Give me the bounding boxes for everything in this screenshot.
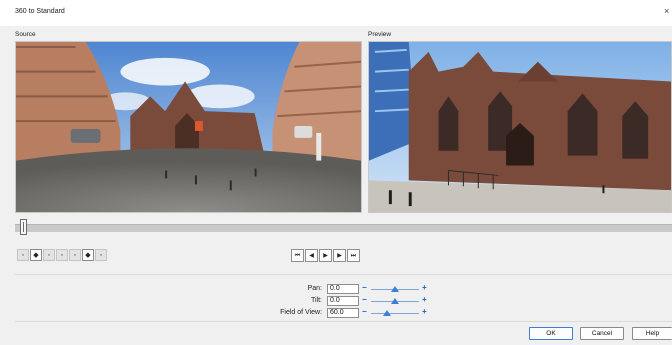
dialog-body: Source Preview ▪ ◆ ▪ ▪ ▪ ◆ ▪ ⏮ ◀ ▶ ▶ ⏭ P… xyxy=(0,26,672,345)
preview-label: Preview xyxy=(368,31,392,38)
play-icon[interactable]: ▶ xyxy=(319,249,332,262)
timeline-track[interactable] xyxy=(15,224,672,232)
close-icon[interactable]: × xyxy=(664,6,669,16)
fov-slider-track[interactable] xyxy=(371,313,419,314)
tool-g-icon[interactable]: ▪ xyxy=(95,249,107,261)
source-viewport[interactable] xyxy=(15,41,362,213)
fov-increase-icon[interactable]: + xyxy=(422,307,427,316)
ok-button[interactable]: OK xyxy=(529,327,573,340)
pan-label: Pan: xyxy=(307,285,322,292)
source-image xyxy=(16,42,361,212)
go-to-start-icon[interactable]: ⏮ xyxy=(291,249,304,262)
tool-d-icon[interactable]: ▪ xyxy=(56,249,68,261)
pan-input[interactable]: 0.0 xyxy=(327,284,359,294)
tilt-label: Tilt: xyxy=(310,297,322,304)
tilt-slider[interactable]: − + xyxy=(362,295,428,307)
tool-e-icon[interactable]: ▪ xyxy=(69,249,81,261)
fov-decrease-icon[interactable]: − xyxy=(362,307,367,316)
tool-b-icon[interactable]: ◆ xyxy=(30,249,42,261)
pan-slider[interactable]: − + xyxy=(362,283,428,295)
tilt-increase-icon[interactable]: + xyxy=(422,295,427,304)
fov-slider-thumb[interactable] xyxy=(382,310,391,316)
tool-f-icon[interactable]: ◆ xyxy=(82,249,94,261)
next-frame-icon[interactable]: ▶ xyxy=(333,249,346,262)
previous-frame-icon[interactable]: ◀ xyxy=(305,249,318,262)
fov-row: Field of View: 60.0 − + xyxy=(0,307,672,319)
title-bar: 360 to Standard × xyxy=(0,0,672,26)
tilt-input[interactable]: 0.0 xyxy=(327,296,359,306)
fov-label: Field of View: xyxy=(280,309,322,316)
timeline-scrubber-handle[interactable] xyxy=(20,219,27,235)
pan-row: Pan: 0.0 − + xyxy=(0,283,672,295)
playback-controls: ⏮ ◀ ▶ ▶ ⏭ xyxy=(291,249,360,262)
pan-increase-icon[interactable]: + xyxy=(422,283,427,292)
fov-input[interactable]: 60.0 xyxy=(327,308,359,318)
pan-decrease-icon[interactable]: − xyxy=(362,283,367,292)
tilt-decrease-icon[interactable]: − xyxy=(362,295,367,304)
tilt-slider-thumb[interactable] xyxy=(391,298,399,304)
view-tools: ▪ ◆ ▪ ▪ ▪ ◆ ▪ xyxy=(17,249,107,261)
go-to-end-icon[interactable]: ⏭ xyxy=(347,249,360,262)
divider xyxy=(15,274,672,275)
tilt-row: Tilt: 0.0 − + xyxy=(0,295,672,307)
fov-slider[interactable]: − + xyxy=(362,307,428,319)
pan-slider-thumb[interactable] xyxy=(391,286,399,292)
preview-viewport[interactable] xyxy=(368,41,672,213)
window-title: 360 to Standard xyxy=(15,8,65,15)
tool-c-icon[interactable]: ▪ xyxy=(43,249,55,261)
help-button[interactable]: Help xyxy=(632,327,672,340)
tool-a-icon[interactable]: ▪ xyxy=(17,249,29,261)
divider xyxy=(15,321,672,322)
preview-image xyxy=(369,42,671,212)
cancel-button[interactable]: Cancel xyxy=(580,327,624,340)
source-label: Source xyxy=(15,31,36,38)
